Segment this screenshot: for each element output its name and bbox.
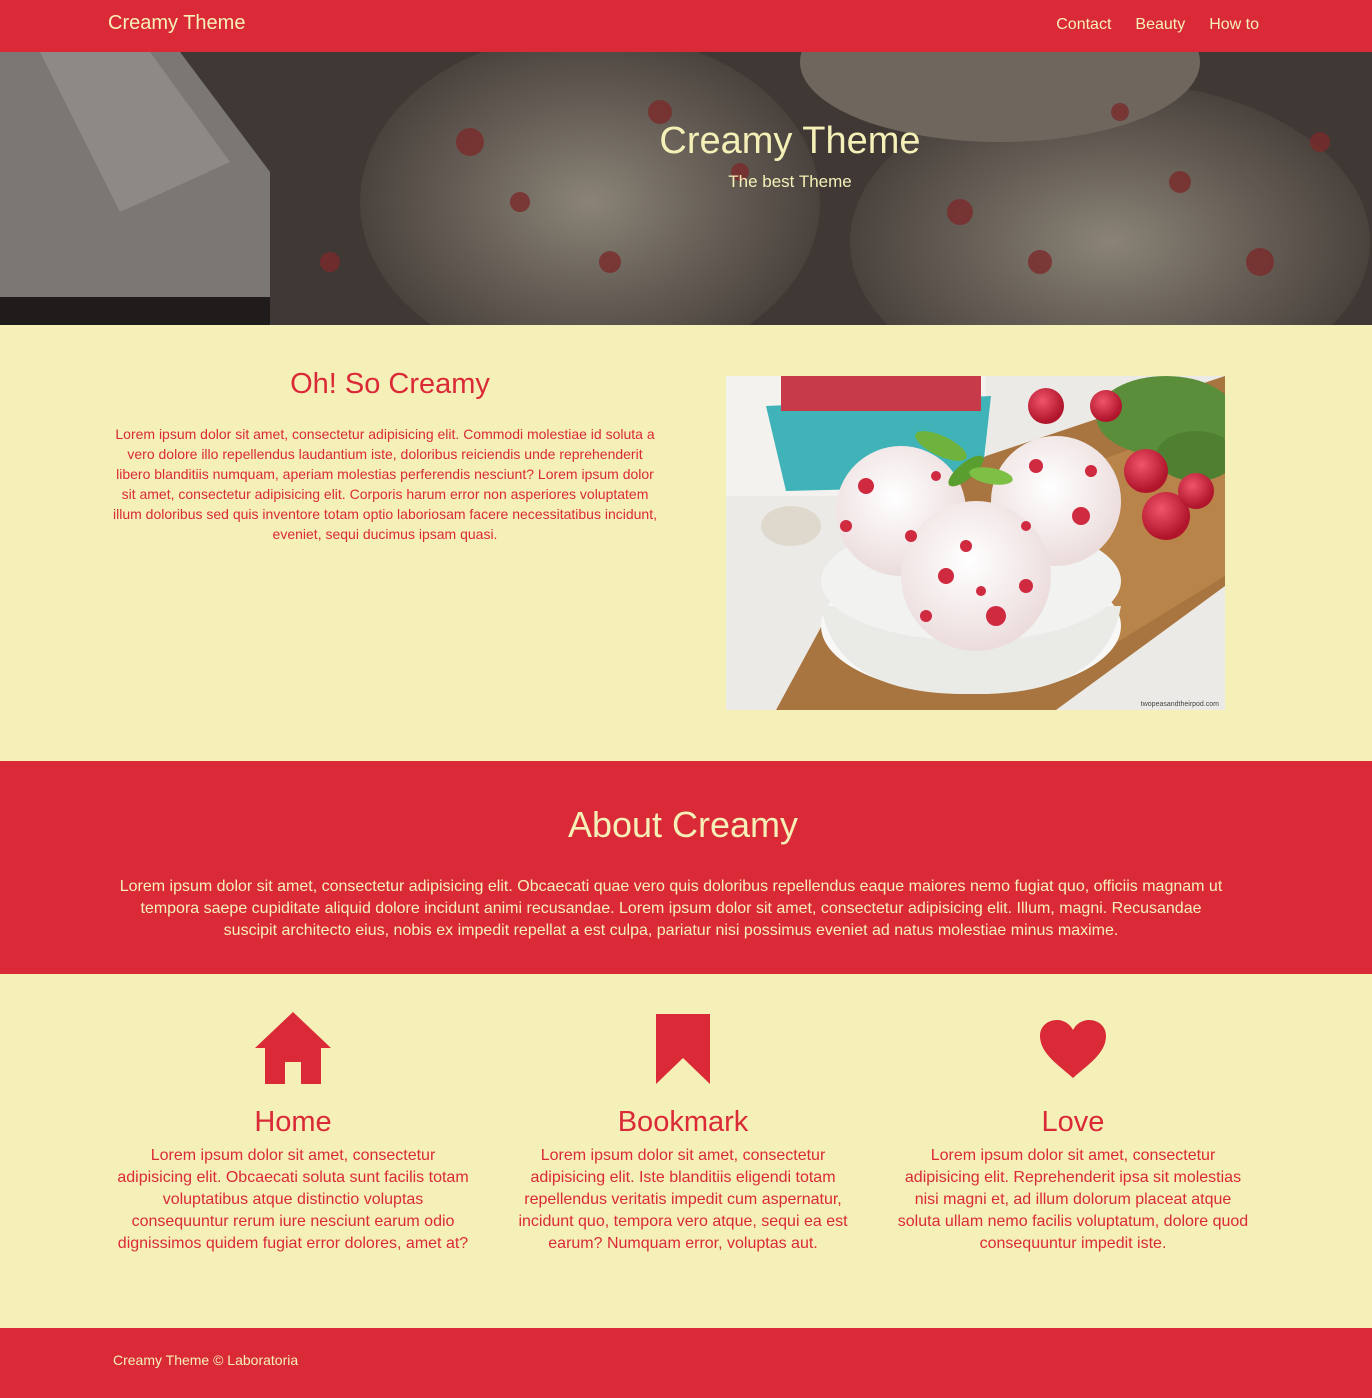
brand-link[interactable]: Creamy Theme — [108, 12, 245, 35]
nav-link-beauty[interactable]: Beauty — [1135, 16, 1185, 34]
heart-icon — [893, 1012, 1253, 1090]
feature-text: Lorem ipsum dolor sit amet, consectetur … — [113, 426, 657, 542]
navbar: Creamy Theme Contact Beauty How to — [0, 0, 1372, 52]
service-text: Lorem ipsum dolor sit amet, consectetur … — [897, 1147, 1249, 1252]
feature-title: Oh! So Creamy — [290, 368, 490, 400]
footer-text: Creamy Theme © Laboratoria — [113, 1352, 299, 1368]
ice-cream-image: twopeasandtheirpod.com — [726, 376, 1225, 710]
service-title: Love — [1041, 1106, 1105, 1138]
service-title: Home — [254, 1106, 332, 1138]
service-text: Lorem ipsum dolor sit amet, consectetur … — [117, 1147, 469, 1252]
about-section: About Creamy Lorem ipsum dolor sit amet,… — [0, 761, 1372, 974]
about-title: About Creamy — [567, 804, 799, 845]
nav-link-contact[interactable]: Contact — [1056, 16, 1111, 34]
hero-banner: Creamy Theme The best Theme — [0, 52, 1372, 325]
footer: Creamy Theme © Laboratoria — [0, 1328, 1372, 1398]
service-love: Love Lorem ipsum dolor sit amet, consect… — [893, 1012, 1253, 1255]
nav-links: Contact Beauty How to — [1056, 16, 1259, 34]
nav-link-how-to[interactable]: How to — [1209, 16, 1259, 34]
service-home: Home Lorem ipsum dolor sit amet, consect… — [113, 1012, 473, 1255]
hero-title: Creamy Theme — [659, 120, 921, 162]
service-bookmark: Bookmark Lorem ipsum dolor sit amet, con… — [503, 1012, 863, 1255]
about-text: Lorem ipsum dolor sit amet, consectetur … — [119, 878, 1223, 939]
service-text: Lorem ipsum dolor sit amet, consectetur … — [518, 1147, 848, 1252]
hero-subtitle: The best Theme — [728, 172, 852, 191]
bookmark-icon — [503, 1012, 863, 1090]
image-credit: twopeasandtheirpod.com — [1141, 701, 1219, 708]
service-title: Bookmark — [617, 1106, 749, 1138]
home-icon — [113, 1012, 473, 1090]
